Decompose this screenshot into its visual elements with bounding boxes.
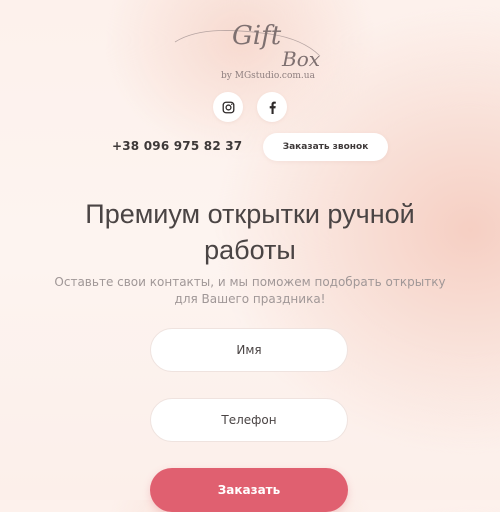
order-button[interactable]: Заказать	[150, 468, 348, 512]
phone-input[interactable]: Телефон	[150, 398, 348, 442]
svg-text:Box: Box	[281, 47, 320, 71]
svg-text:Gift: Gift	[232, 21, 282, 51]
name-input[interactable]: Имя	[150, 328, 348, 372]
page-subtitle: Оставьте свои контакты, и мы поможем под…	[54, 275, 446, 306]
instagram-icon	[222, 101, 234, 113]
logo-byline: by MGstudio.com.ua	[221, 71, 315, 81]
facebook-icon	[269, 101, 276, 114]
instagram-link[interactable]	[213, 92, 243, 122]
page-title: Премиум открытки ручной работы	[85, 199, 415, 265]
facebook-link[interactable]	[257, 92, 287, 122]
logo-script-icon: Gift Box	[174, 21, 321, 71]
callback-button[interactable]: Заказать звонок	[263, 133, 388, 161]
brand-logo[interactable]: Gift Box by MGstudio.com.ua	[170, 4, 330, 90]
phone-link[interactable]: +38 096 975 82 37	[112, 139, 242, 153]
